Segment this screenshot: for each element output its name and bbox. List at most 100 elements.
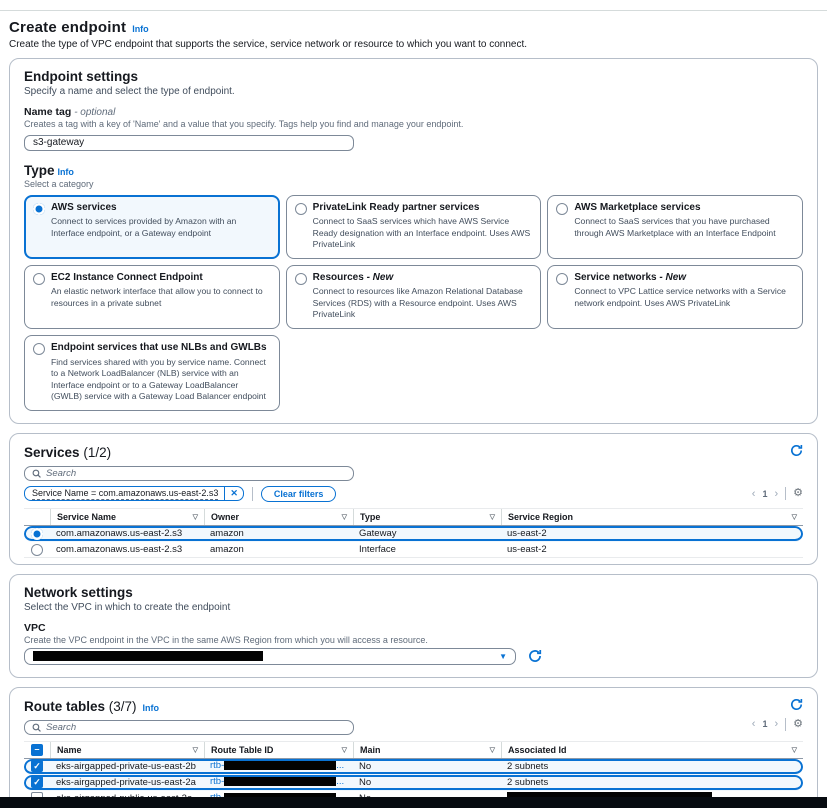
col-service-region[interactable]: Service Region▽ — [501, 509, 803, 525]
associated-subnets-link[interactable]: 2 subnets — [507, 777, 548, 788]
col-owner[interactable]: Owner▽ — [204, 509, 353, 525]
redacted-bottom-bar — [0, 797, 827, 808]
route-table-id-link[interactable]: rtb-... — [204, 760, 353, 773]
associated-subnets-link[interactable]: 2 subnets — [507, 761, 548, 772]
name-tag-label: Name tag - optional — [24, 106, 803, 118]
redacted-id — [224, 777, 336, 786]
filter-chip-label: Service Name = com.amazonaws.us-east-2.s… — [32, 488, 218, 500]
services-search[interactable] — [24, 466, 354, 481]
services-search-input[interactable] — [46, 468, 346, 479]
radio-icon[interactable] — [556, 203, 568, 215]
col-name[interactable]: Name▽ — [50, 742, 204, 758]
search-icon — [32, 723, 41, 732]
endpoint-settings-subtitle: Specify a name and select the type of en… — [24, 86, 803, 97]
route-tables-title: Route tables (3/7) — [24, 699, 137, 714]
category-marketplace[interactable]: AWS Marketplace services Connect to SaaS… — [547, 195, 803, 259]
col-associated-id[interactable]: Associated Id▽ — [501, 742, 803, 758]
name-tag-optional: - optional — [74, 107, 115, 118]
category-privatelink-partner[interactable]: PrivateLink Ready partner services Conne… — [286, 195, 542, 259]
col-type[interactable]: Type▽ — [353, 509, 501, 525]
radio-icon[interactable] — [31, 528, 43, 540]
route-tables-info-link[interactable]: Info — [143, 703, 160, 713]
redacted-vpc-value — [33, 651, 263, 661]
page-info-link[interactable]: Info — [132, 24, 149, 34]
type-info-link[interactable]: Info — [57, 167, 74, 177]
radio-icon[interactable] — [556, 273, 568, 285]
endpoint-settings-card: Endpoint settings Specify a name and sel… — [9, 58, 818, 424]
vpc-select[interactable]: ▼ — [24, 648, 516, 665]
service-filter-chip[interactable]: Service Name = com.amazonaws.us-east-2.s… — [24, 486, 244, 501]
category-service-networks[interactable]: Service networks - New Connect to VPC La… — [547, 265, 803, 329]
chevron-right-icon[interactable]: › — [774, 718, 778, 730]
category-desc: An elastic network interface that allow … — [51, 286, 270, 309]
name-tag-input[interactable] — [24, 135, 354, 151]
checkbox-checked-icon[interactable] — [31, 760, 43, 772]
gear-icon[interactable]: ⚙ — [793, 719, 803, 730]
category-nlb-gwlb-services[interactable]: Endpoint services that use NLBs and GWLB… — [24, 335, 280, 411]
col-service-name[interactable]: Service Name▽ — [50, 509, 204, 525]
page-number[interactable]: 1 — [762, 719, 767, 729]
services-table: Service Name▽ Owner▽ Type▽ Service Regio… — [24, 508, 803, 558]
name-tag-help: Creates a tag with a key of 'Name' and a… — [24, 119, 803, 129]
endpoint-settings-title: Endpoint settings — [24, 69, 803, 84]
col-main[interactable]: Main▽ — [353, 742, 501, 758]
category-ec2-instance-connect[interactable]: EC2 Instance Connect Endpoint An elastic… — [24, 265, 280, 329]
page-title: Create endpoint — [9, 19, 126, 36]
sort-icon: ▽ — [792, 513, 797, 521]
sort-icon: ▽ — [490, 513, 495, 521]
radio-icon[interactable] — [33, 343, 45, 355]
gear-icon[interactable]: ⚙ — [793, 488, 803, 499]
clear-filters-button[interactable]: Clear filters — [261, 486, 337, 502]
route-table-row[interactable]: eks-airgapped-private-us-east-2b rtb-...… — [24, 759, 803, 775]
category-label: Endpoint services that use NLBs and GWLB… — [51, 342, 270, 355]
route-tables-search[interactable] — [24, 720, 354, 735]
category-grid: AWS services Connect to services provide… — [24, 195, 803, 411]
category-label: AWS Marketplace services — [574, 202, 793, 215]
category-desc: Connect to SaaS services which have AWS … — [313, 216, 532, 251]
radio-icon[interactable] — [33, 203, 45, 215]
chevron-right-icon[interactable]: › — [774, 488, 778, 500]
category-desc: Find services shared with you by service… — [51, 357, 270, 403]
refresh-icon[interactable] — [790, 444, 803, 457]
category-desc: Connect to services provided by Amazon w… — [51, 216, 270, 239]
category-label: EC2 Instance Connect Endpoint — [51, 272, 270, 285]
services-card: Services (1/2) Service Name = com.amazon… — [9, 433, 818, 565]
chevron-down-icon: ▼ — [499, 652, 507, 661]
radio-icon[interactable] — [295, 273, 307, 285]
redacted-id — [224, 761, 336, 770]
vpc-help: Create the VPC endpoint in the VPC in th… — [24, 635, 803, 645]
sort-icon: ▽ — [193, 513, 198, 521]
search-icon — [32, 469, 41, 478]
chevron-left-icon[interactable]: ‹ — [752, 718, 756, 730]
route-tables-header: Name▽ Route Table ID▽ Main▽ Associated I… — [24, 741, 803, 759]
chevron-left-icon[interactable]: ‹ — [752, 488, 756, 500]
vpc-label: VPC — [24, 622, 803, 634]
services-title: Services (1/2) — [24, 445, 111, 460]
network-settings-subtitle: Select the VPC in which to create the en… — [24, 602, 803, 613]
refresh-icon[interactable] — [790, 698, 803, 711]
create-endpoint-page: Create endpoint Info Create the type of … — [0, 11, 827, 808]
route-table-row[interactable]: eks-airgapped-private-us-east-2a rtb-...… — [24, 775, 803, 791]
service-row-interface[interactable]: com.amazonaws.us-east-2.s3 amazon Interf… — [24, 542, 803, 558]
radio-icon[interactable] — [31, 544, 43, 556]
radio-icon[interactable] — [295, 203, 307, 215]
col-route-table-id[interactable]: Route Table ID▽ — [204, 742, 353, 758]
refresh-icon[interactable] — [528, 649, 542, 663]
page-header: Create endpoint Info Create the type of … — [9, 19, 818, 50]
page-number[interactable]: 1 — [762, 489, 767, 499]
sort-icon: ▽ — [193, 746, 198, 754]
select-all-checkbox[interactable] — [31, 744, 43, 756]
route-table-id-link[interactable]: rtb-... — [204, 776, 353, 789]
sort-icon: ▽ — [342, 513, 347, 521]
service-row-gateway[interactable]: com.amazonaws.us-east-2.s3 amazon Gatewa… — [24, 526, 803, 542]
category-label: Service networks - New — [574, 272, 793, 285]
radio-icon[interactable] — [33, 273, 45, 285]
close-icon[interactable]: ✕ — [225, 488, 243, 499]
category-resources[interactable]: Resources - New Connect to resources lik… — [286, 265, 542, 329]
category-label: Resources - New — [313, 272, 532, 285]
checkbox-checked-icon[interactable] — [31, 776, 43, 788]
network-settings-card: Network settings Select the VPC in which… — [9, 574, 818, 678]
route-tables-search-input[interactable] — [46, 722, 346, 733]
category-aws-services[interactable]: AWS services Connect to services provide… — [24, 195, 280, 259]
category-label: AWS services — [51, 202, 270, 215]
